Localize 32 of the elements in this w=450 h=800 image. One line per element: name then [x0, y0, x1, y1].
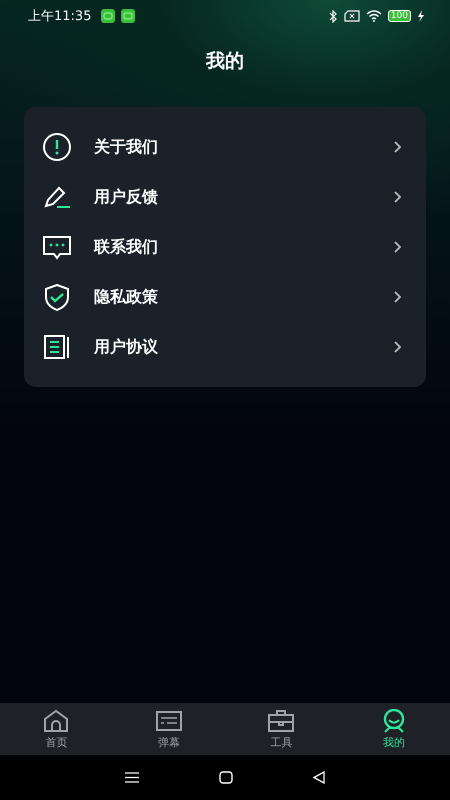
bluetooth-icon [328, 10, 338, 22]
chevron-right-icon [394, 341, 402, 353]
briefcase-icon [268, 708, 294, 732]
menu-item[interactable]: 隐私政策 [24, 272, 426, 322]
shield-check-icon [42, 282, 72, 312]
back-icon[interactable] [313, 771, 325, 784]
menu-item[interactable]: 关于我们 [24, 122, 426, 172]
app-notification-icon [101, 9, 116, 23]
tab-item[interactable]: 我的 [338, 703, 450, 755]
menu-icon[interactable] [125, 772, 139, 783]
home-icon [43, 708, 70, 732]
wifi-icon [366, 10, 382, 22]
no-sim-icon [344, 10, 360, 22]
chevron-right-icon [394, 191, 402, 203]
alert-circle-icon [42, 132, 72, 162]
chevron-right-icon [394, 291, 402, 303]
chevron-right-icon [394, 141, 402, 153]
menu-item[interactable]: 联系我们 [24, 222, 426, 272]
home-square-icon[interactable] [219, 771, 233, 784]
tab-item[interactable]: 工具 [225, 703, 338, 755]
tab-item[interactable]: 首页 [0, 703, 112, 755]
screen-icon [156, 708, 182, 732]
app-notification-icon [121, 9, 136, 23]
tab-item[interactable]: 弹幕 [112, 703, 225, 755]
status-time: 上午11:35 [28, 8, 92, 25]
menu-item[interactable]: 用户协议 [24, 322, 426, 372]
charging-bolt-icon [417, 10, 424, 22]
menu-item[interactable]: 用户反馈 [24, 172, 426, 222]
document-icon [42, 332, 72, 362]
page-title: 我的 [204, 49, 245, 74]
chevron-right-icon [394, 241, 402, 253]
battery-indicator: 100 [388, 10, 411, 22]
